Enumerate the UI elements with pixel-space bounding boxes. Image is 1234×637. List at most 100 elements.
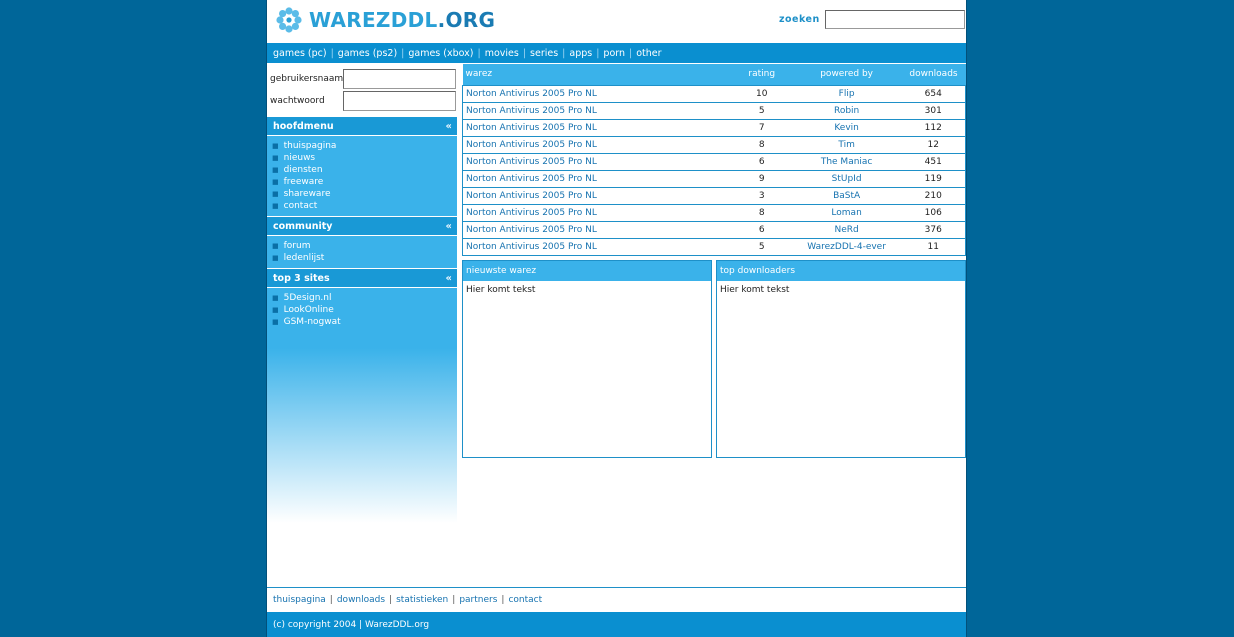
username-input[interactable]: [343, 69, 456, 89]
nav-separator: |: [522, 47, 527, 59]
sidebar-item-label: diensten: [283, 165, 323, 175]
nav-item-apps[interactable]: apps: [569, 48, 592, 59]
nav-item-games-ps2[interactable]: games (ps2): [338, 48, 397, 59]
sidebar-item-diensten[interactable]: ■ diensten: [272, 164, 457, 176]
warez-cell-powered-by[interactable]: Flip: [791, 85, 902, 103]
warez-cell-name[interactable]: Norton Antivirus 2005 Pro NL: [461, 221, 732, 239]
login-form: gebruikersnaam wachtwoord: [267, 63, 457, 116]
warez-cell-rating: 10: [731, 85, 792, 103]
collapse-chevron-icon[interactable]: «: [446, 273, 452, 284]
warez-cell-powered-by[interactable]: Tim: [791, 136, 902, 154]
top-downloaders-box: top downloaders Hier komt tekst: [716, 260, 966, 458]
table-row: Norton Antivirus 2005 Pro NL 9 StUpId 119: [461, 170, 966, 188]
warez-cell-powered-by[interactable]: BaStA: [791, 187, 902, 205]
search-label: zoeken: [779, 14, 820, 25]
bullet-icon: ■: [272, 294, 279, 302]
col-header-rating: rating: [731, 64, 792, 86]
table-row: Norton Antivirus 2005 Pro NL 3 BaStA 210: [461, 187, 966, 205]
sidebar-item-5design-nl[interactable]: ■ 5Design.nl: [272, 292, 457, 304]
warez-cell-powered-by[interactable]: Loman: [791, 204, 902, 222]
sidebar-item-forum[interactable]: ■ forum: [272, 240, 457, 252]
warez-cell-powered-by[interactable]: StUpId: [791, 170, 902, 188]
warez-cell-name[interactable]: Norton Antivirus 2005 Pro NL: [461, 187, 732, 205]
warez-cell-rating: 8: [731, 136, 792, 154]
login-password-row: wachtwoord: [267, 90, 457, 112]
sidebar-sections: hoofdmenu « ■ thuispagina ■ nieuws ■ diensten ■ f…: [267, 116, 457, 332]
warez-cell-powered-by[interactable]: WarezDDL-4-ever: [791, 238, 902, 256]
warez-cell-name[interactable]: Norton Antivirus 2005 Pro NL: [461, 204, 732, 222]
warez-cell-name[interactable]: Norton Antivirus 2005 Pro NL: [461, 136, 732, 154]
nav-separator: |: [477, 47, 481, 59]
footer-link-contact[interactable]: contact: [508, 595, 542, 605]
bullet-icon: ■: [272, 166, 279, 174]
page-container: WAREZDDL.ORG zoeken games (pc) | games (ps…: [266, 0, 967, 637]
table-row: Norton Antivirus 2005 Pro NL 5 Robin 301: [461, 102, 966, 120]
warez-cell-downloads: 301: [901, 102, 966, 120]
search-input[interactable]: [825, 10, 965, 29]
collapse-chevron-icon[interactable]: «: [446, 121, 452, 132]
warez-cell-name[interactable]: Norton Antivirus 2005 Pro NL: [461, 85, 732, 103]
nav-item-series[interactable]: series: [530, 48, 558, 59]
password-label: wachtwoord: [270, 96, 325, 106]
collapse-chevron-icon[interactable]: «: [446, 221, 452, 232]
warez-cell-powered-by[interactable]: Kevin: [791, 119, 902, 137]
sidebar-item-freeware[interactable]: ■ freeware: [272, 176, 457, 188]
sidebar-item-contact[interactable]: ■ contact: [272, 200, 457, 212]
warez-cell-powered-by[interactable]: NeRd: [791, 221, 902, 239]
sidebar-item-thuispagina[interactable]: ■ thuispagina: [272, 140, 457, 152]
footer-separator: |: [452, 595, 456, 605]
nav-item-porn[interactable]: porn: [603, 48, 625, 59]
bullet-icon: ■: [272, 318, 279, 326]
sidebar-header-top-3-sites[interactable]: top 3 sites «: [267, 268, 457, 288]
footer-separator: |: [389, 595, 393, 605]
col-header-warez: warez: [462, 64, 732, 86]
nav-item-games-xbox[interactable]: games (xbox): [408, 48, 473, 59]
nav-separator: |: [596, 47, 600, 59]
warez-cell-powered-by[interactable]: Robin: [791, 102, 902, 120]
flower-logo-icon: [276, 7, 302, 33]
footer-link-thuispagina[interactable]: thuispagina: [273, 595, 326, 605]
nav-item-movies[interactable]: movies: [485, 48, 519, 59]
bullet-icon: ■: [272, 178, 279, 186]
sidebar-item-lookonline[interactable]: ■ LookOnline: [272, 304, 457, 316]
top-nav: games (pc) | games (ps2) | games (xbox) | movi…: [267, 43, 966, 63]
table-header-row: warez rating powered by downloads: [462, 64, 966, 86]
footer-link-statistieken[interactable]: statistieken: [396, 595, 448, 605]
warez-table-body: Norton Antivirus 2005 Pro NL 10 Flip 654 Nor…: [461, 85, 966, 256]
warez-cell-downloads: 12: [901, 136, 966, 154]
warez-cell-name[interactable]: Norton Antivirus 2005 Pro NL: [461, 238, 732, 256]
logo-text: WAREZDDL.ORG: [309, 8, 495, 32]
footer-link-downloads[interactable]: downloads: [337, 595, 385, 605]
warez-cell-rating: 5: [731, 238, 792, 256]
warez-table: warez rating powered by downloads Norton…: [461, 64, 966, 256]
table-row: Norton Antivirus 2005 Pro NL 5 WarezDDL-4-…: [461, 238, 966, 256]
table-row: Norton Antivirus 2005 Pro NL 8 Loman 106: [461, 204, 966, 222]
warez-cell-powered-by[interactable]: The Maniac: [791, 153, 902, 171]
warez-cell-name[interactable]: Norton Antivirus 2005 Pro NL: [461, 119, 732, 137]
sidebar-list-top-3-sites: ■ 5Design.nl ■ LookOnline ■ GSM-nogwat: [267, 288, 457, 332]
logo[interactable]: WAREZDDL.ORG: [275, 6, 495, 34]
sidebar-item-ledenlijst[interactable]: ■ ledenlijst: [272, 252, 457, 264]
warez-cell-name[interactable]: Norton Antivirus 2005 Pro NL: [461, 102, 732, 120]
sidebar-item-shareware[interactable]: ■ shareware: [272, 188, 457, 200]
footer-nav: thuispagina | downloads | statistieken | partn…: [267, 587, 966, 612]
footer-link-partners[interactable]: partners: [459, 595, 497, 605]
warez-cell-name[interactable]: Norton Antivirus 2005 Pro NL: [461, 153, 732, 171]
nav-item-other[interactable]: other: [636, 48, 661, 59]
sidebar-item-nieuws[interactable]: ■ nieuws: [272, 152, 457, 164]
warez-cell-downloads: 119: [901, 170, 966, 188]
warez-cell-name[interactable]: Norton Antivirus 2005 Pro NL: [461, 170, 732, 188]
warez-cell-downloads: 11: [901, 238, 966, 256]
nav-item-games-pc[interactable]: games (pc): [273, 48, 327, 59]
warez-cell-rating: 9: [731, 170, 792, 188]
sidebar-header-hoofdmenu[interactable]: hoofdmenu «: [267, 116, 457, 136]
sidebar-item-gsm-nogwat[interactable]: ■ GSM-nogwat: [272, 316, 457, 328]
col-header-powered-by: powered by: [791, 64, 902, 86]
nav-separator: |: [401, 47, 405, 59]
warez-cell-downloads: 451: [901, 153, 966, 171]
password-input[interactable]: [343, 91, 456, 111]
sidebar-item-label: LookOnline: [283, 305, 334, 315]
username-label: gebruikersnaam: [270, 74, 344, 84]
warez-cell-rating: 8: [731, 204, 792, 222]
sidebar-header-community[interactable]: community «: [267, 216, 457, 236]
